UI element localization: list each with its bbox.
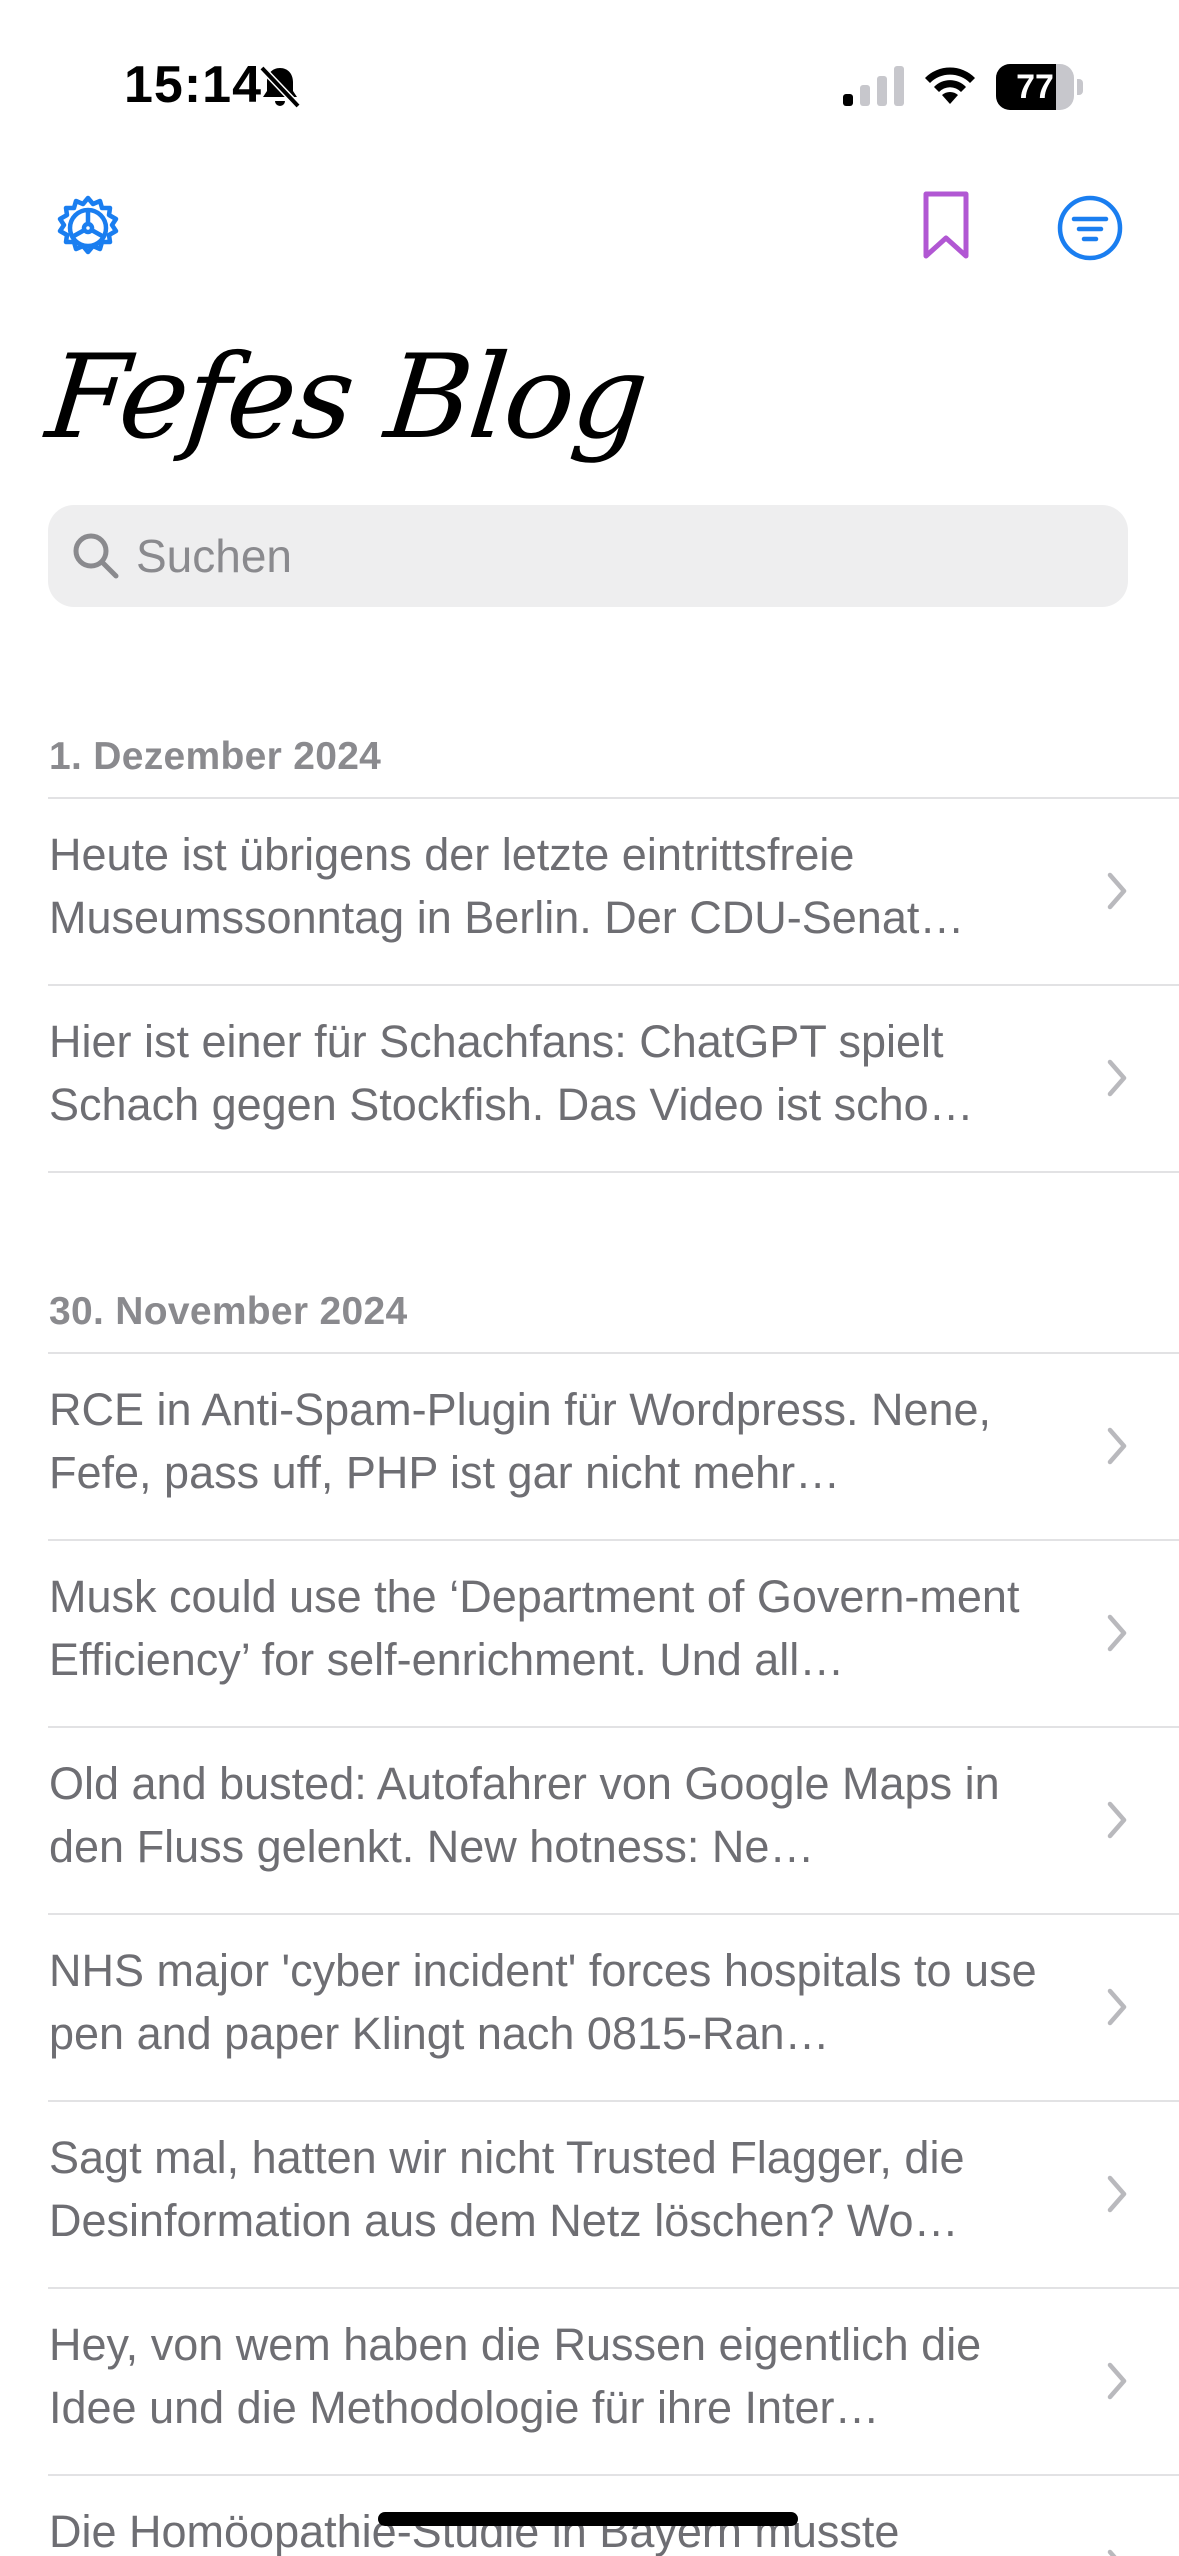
home-indicator[interactable] [378,2512,798,2526]
wifi-icon [925,67,975,104]
cellular-signal-icon [843,66,904,106]
post-snippet: Hier ist einer für Schachfans: ChatGPT s… [49,1016,974,1130]
post-snippet: Old and busted: Autofahrer von Google Ma… [49,1758,1000,1872]
post-row[interactable]: Heute ist übrigens der letzte eintrittsf… [48,799,1179,986]
post-row[interactable]: Hey, von wem haben die Russen eigentlich… [48,2289,1179,2476]
chevron-right-icon [1107,2175,1127,2213]
chevron-right-icon [1107,2362,1127,2400]
post-snippet: Musk could use the ‘Department of Govern… [49,1571,1020,1685]
post-list: 1. Dezember 2024 Heute ist übrigens der … [0,700,1179,2556]
post-row[interactable]: Sagt mal, hatten wir nicht Trusted Flagg… [48,2102,1179,2289]
chevron-right-icon [1107,1427,1127,1465]
post-snippet: Heute ist übrigens der letzte eintrittsf… [49,829,965,943]
section-header-date: 1. Dezember 2024 [49,735,382,778]
gear-icon [57,195,119,255]
post-snippet: Sagt mal, hatten wir nicht Trusted Flagg… [49,2132,965,2246]
section-header-date: 30. November 2024 [49,1290,408,1333]
status-bar: 15:14 77 [0,0,1179,170]
bookmark-icon [923,191,969,259]
search-input[interactable] [136,529,1036,583]
post-snippet: NHS major 'cyber incident' forces hospit… [49,1945,1037,2059]
chevron-right-icon [1107,1988,1127,2026]
post-row[interactable]: Musk could use the ‘Department of Govern… [48,1541,1179,1728]
chevron-right-icon [1107,1059,1127,1097]
chevron-right-icon [1107,1614,1127,1652]
app-title: Fefes Blog [40,330,653,465]
post-snippet: RCE in Anti-Spam-Plugin für Wordpress. N… [49,1384,992,1498]
chevron-right-icon [1107,872,1127,910]
filter-icon [1057,195,1123,261]
filter-button[interactable] [1050,188,1130,268]
post-row[interactable]: Hier ist einer für Schachfans: ChatGPT s… [48,986,1179,1173]
battery-icon: 77 [996,64,1083,110]
bookmark-button[interactable] [906,186,986,266]
chevron-right-icon [1107,2549,1117,2556]
search-icon [73,533,119,579]
status-time: 15:14 [124,56,262,114]
battery-level: 77 [1016,68,1054,106]
chevron-right-icon [1107,1801,1127,1839]
search-bar[interactable] [48,505,1128,607]
bell-slash-icon [259,65,301,109]
post-row[interactable]: NHS major 'cyber incident' forces hospit… [48,1915,1179,2102]
post-snippet: Die Homöopathie-Studie in Bayern musste … [49,2506,900,2556]
settings-button[interactable] [48,188,128,268]
post-row[interactable]: Old and busted: Autofahrer von Google Ma… [48,1728,1179,1915]
post-snippet: Hey, von wem haben die Russen eigentlich… [49,2319,982,2433]
post-row[interactable]: RCE in Anti-Spam-Plugin für Wordpress. N… [48,1354,1179,1541]
